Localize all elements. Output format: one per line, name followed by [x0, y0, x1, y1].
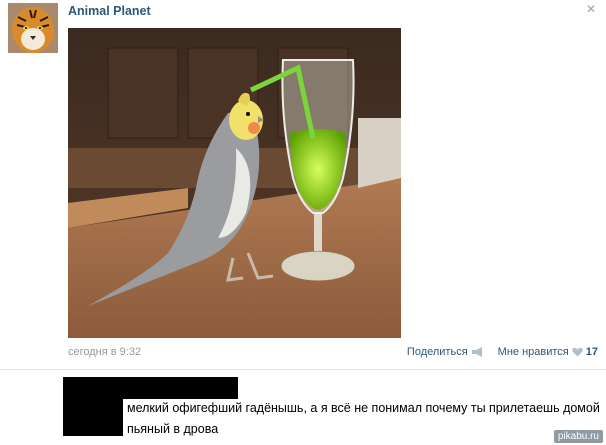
- heart-icon: [571, 347, 583, 357]
- share-button[interactable]: Поделиться: [407, 346, 484, 358]
- divider: [0, 369, 606, 370]
- close-icon[interactable]: ✕: [586, 2, 596, 16]
- watermark: pikabu.ru: [553, 430, 603, 443]
- comment-text: мелкий офигефший гадёнышь, а я всё не по…: [127, 401, 600, 436]
- post-photo[interactable]: [68, 28, 401, 338]
- redacted-avatar-name: [63, 377, 238, 399]
- redacted-avatar: [63, 399, 123, 436]
- share-label: Поделиться: [406, 346, 468, 358]
- like-count: 17: [585, 346, 598, 358]
- like-label: Мне нравится: [497, 346, 569, 358]
- like-button[interactable]: Мне нравится 17: [498, 346, 598, 358]
- megaphone-icon: [471, 347, 482, 357]
- author-name[interactable]: Animal Planet: [68, 4, 151, 18]
- post-timestamp[interactable]: сегодня в 9:32: [68, 346, 141, 358]
- author-avatar[interactable]: [8, 3, 58, 53]
- post-actions: Поделиться Мне нравится 17: [407, 346, 598, 358]
